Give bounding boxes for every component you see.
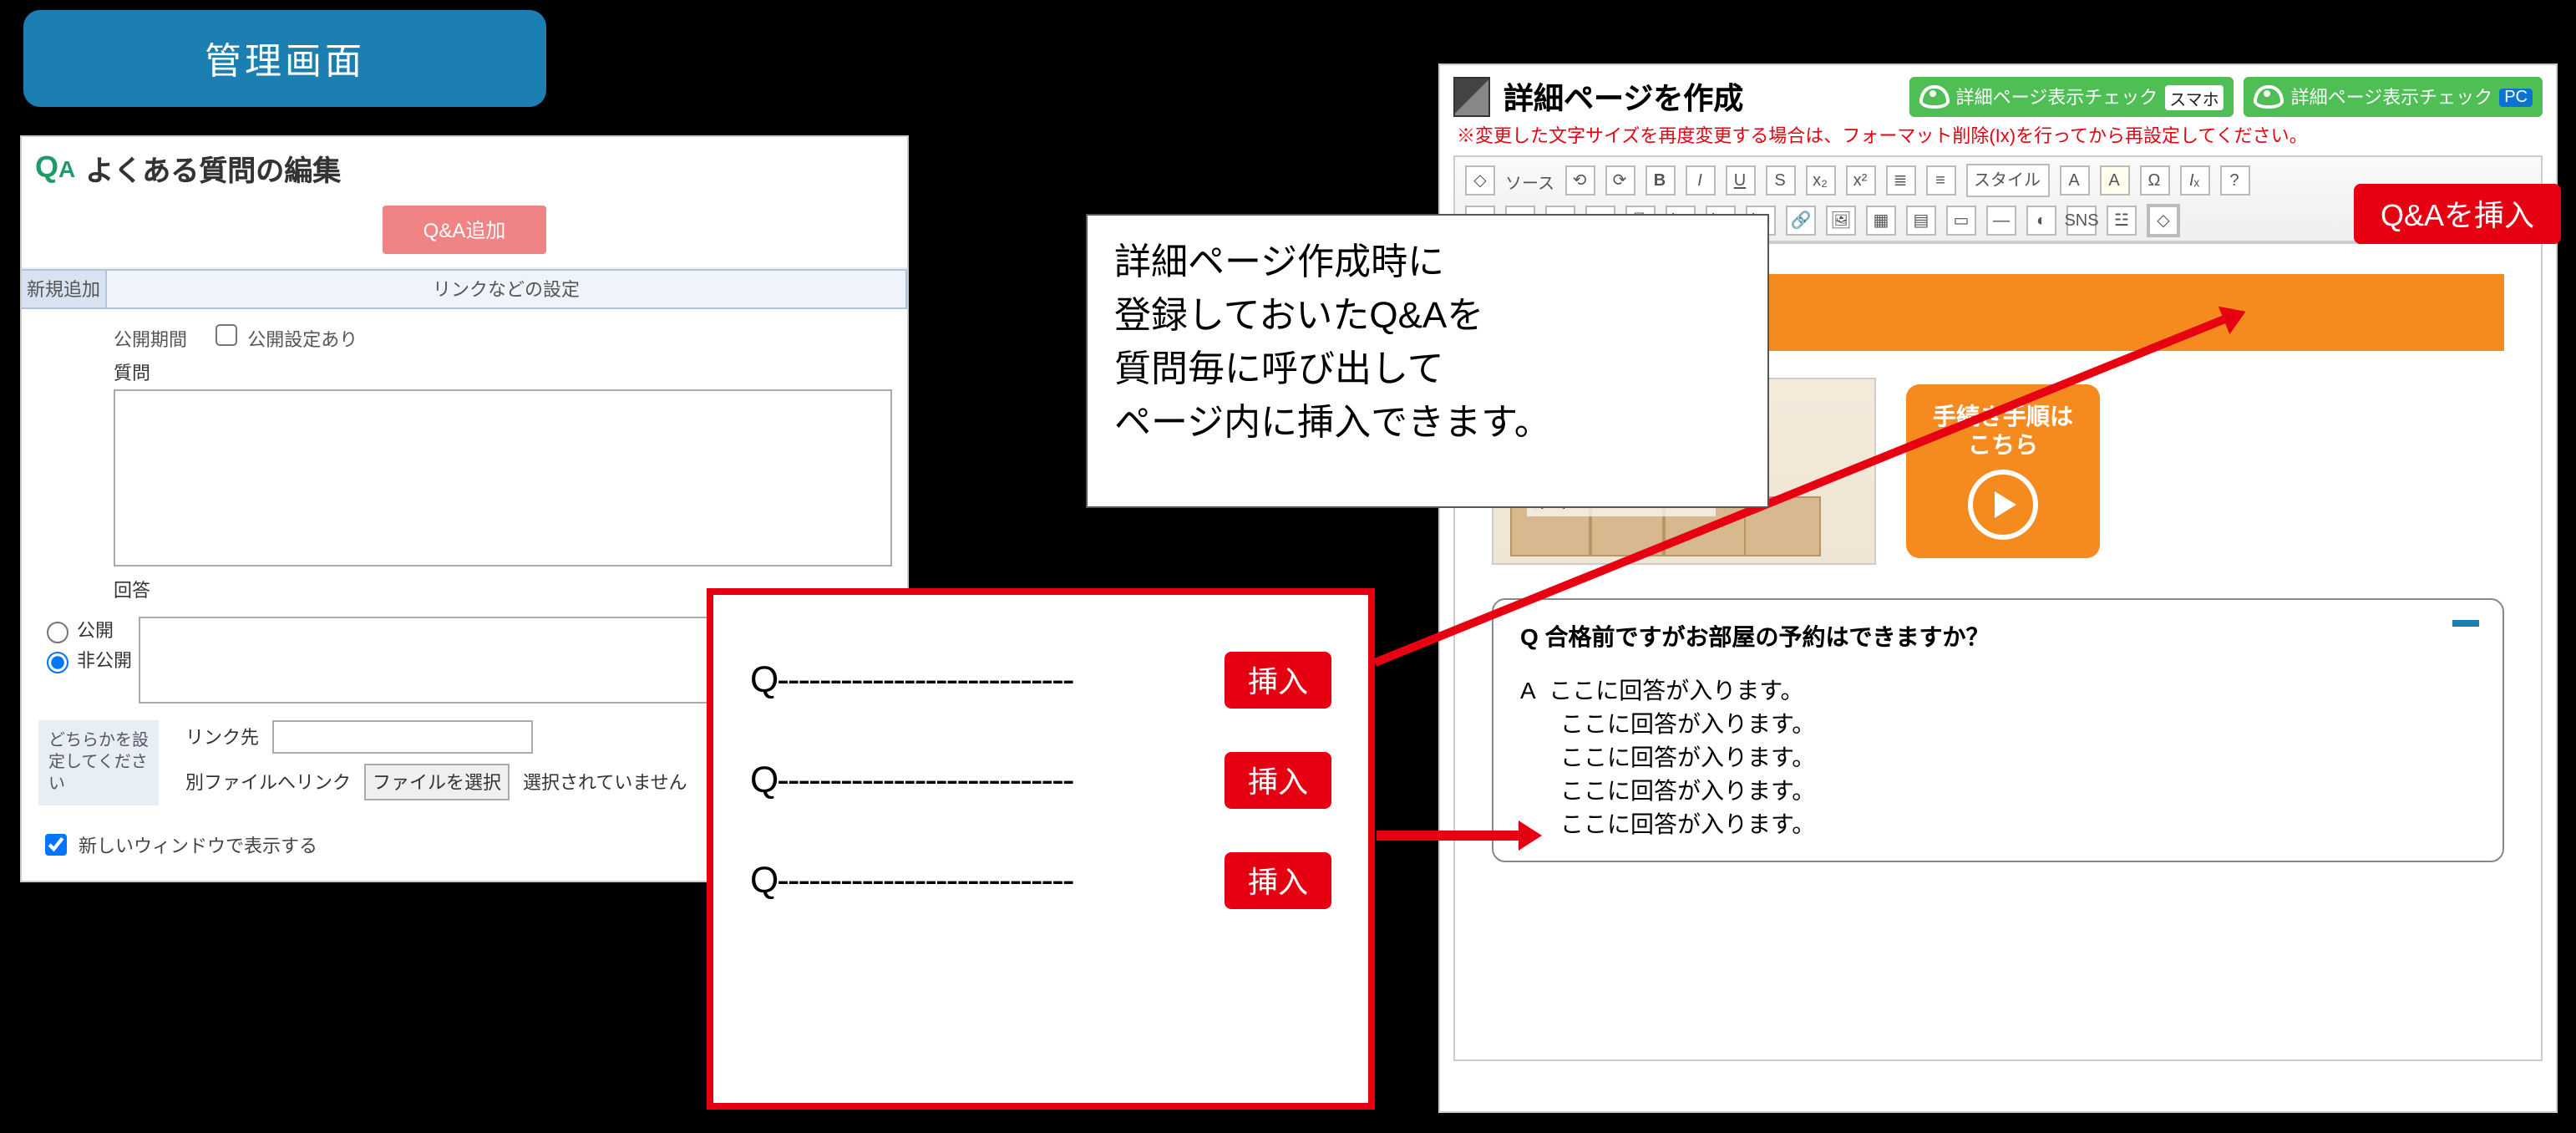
toolbar-btn[interactable]: ⟳: [1605, 165, 1635, 196]
toolbar-sns-icon[interactable]: SNS: [2066, 206, 2097, 236]
toolbar-strike-icon[interactable]: S: [1765, 165, 1795, 196]
preview-pc-button[interactable]: 詳細ページ表示チェック PC: [2244, 77, 2543, 117]
toolbar-sup-icon[interactable]: x²: [1845, 165, 1875, 196]
toolbar-bgcolor-icon[interactable]: A: [2099, 165, 2129, 196]
q-row: Q---------------------------- 挿入: [750, 752, 1331, 809]
toolbar-image-icon[interactable]: ▤: [1906, 206, 1936, 236]
question-label: 質問: [114, 364, 150, 384]
toolbar-underline-icon[interactable]: U: [1725, 165, 1755, 196]
toolbar-omega-icon[interactable]: Ω: [2139, 165, 2169, 196]
toolbar-clear-icon[interactable]: Iₓ: [2179, 165, 2209, 196]
page-icon: [1453, 77, 1490, 117]
tab-new[interactable]: 新規追加: [22, 271, 107, 307]
toolbar-source-icon[interactable]: ◇: [1465, 165, 1495, 196]
publish-radios: 公開 非公開: [38, 617, 132, 673]
toolbar-sub-icon[interactable]: x₂: [1805, 165, 1835, 196]
qa-question: Q 合格前ですがお部屋の予約はできますか？: [1520, 620, 2476, 653]
faq-title-text: よくある質問の編集: [85, 147, 341, 189]
toolbar-fontcolor-icon[interactable]: A: [2059, 165, 2089, 196]
qa-icon: QA: [35, 150, 75, 185]
play-icon: [1968, 470, 2038, 540]
detail-page-title: 詳細ページを作成: [1504, 75, 1743, 119]
link-label: リンク先: [185, 724, 259, 750]
insert-button[interactable]: 挿入: [1225, 652, 1331, 709]
arrow-to-qa-block: [1377, 831, 1522, 841]
q-row: Q---------------------------- 挿入: [750, 652, 1331, 709]
faq-title: QA よくある質問の編集: [22, 137, 907, 196]
toolbar-italic-icon[interactable]: I: [1685, 165, 1715, 196]
radio-public[interactable]: 公開: [38, 617, 132, 643]
choose-file-button[interactable]: ファイルを選択: [364, 764, 510, 800]
radio-private[interactable]: 非公開: [38, 647, 132, 673]
toolbar-list-icon[interactable]: ≡: [1925, 165, 1955, 196]
toolbar-image-icon[interactable]: 🖼: [1826, 206, 1856, 236]
toolbar-half-icon[interactable]: ◐: [2026, 206, 2056, 236]
q-line: Q----------------------------: [750, 759, 1073, 802]
admin-badge: 管理画面: [23, 10, 546, 107]
q-line: Q----------------------------: [750, 658, 1073, 702]
eye-icon: [1919, 85, 1950, 109]
eye-icon: [2254, 85, 2284, 109]
file-none-text: 選択されていません: [523, 769, 687, 795]
q-row: Q---------------------------- 挿入: [750, 852, 1331, 909]
qa-add-button[interactable]: Q&A追加: [383, 206, 546, 254]
question-textarea[interactable]: [114, 389, 892, 566]
tab-row: 新規追加 リンクなどの設定: [22, 269, 907, 309]
toolbar-list-icon[interactable]: ≣: [1885, 165, 1915, 196]
insert-button[interactable]: 挿入: [1225, 752, 1331, 809]
toolbar-help-icon[interactable]: ?: [2219, 165, 2249, 196]
toolbar-link-icon[interactable]: 🔗: [1786, 206, 1816, 236]
q-insert-list: Q---------------------------- 挿入 Q------…: [707, 588, 1375, 1110]
period-label: 公開期間: [114, 326, 187, 353]
tab-link-settings[interactable]: リンクなどの設定: [107, 271, 907, 307]
explanation-callout: 詳細ページ作成時に登録しておいたQ&Aを質問毎に呼び出してページ内に挿入できます…: [1086, 214, 1769, 508]
toolbar-qa-insert-icon[interactable]: ◇: [2147, 204, 2180, 237]
answer-label: 回答: [114, 582, 150, 602]
toolbar-style-select[interactable]: スタイル: [1965, 164, 2049, 197]
warning-text: ※変更した文字サイズを再度変更する場合は、フォーマット削除(Ix)を行ってから再…: [1440, 122, 2556, 155]
qa-inserted-block: Q 合格前ですがお部屋の予約はできますか？ A ここに回答が入ります。 ここに回…: [1492, 598, 2504, 862]
period-checkbox[interactable]: [216, 324, 237, 346]
toolbar-misc-icon[interactable]: ▭: [1946, 206, 1976, 236]
qa-answer: A ここに回答が入ります。 ここに回答が入ります。 ここに回答が入ります。 ここ…: [1520, 673, 2476, 841]
toolbar-btn[interactable]: ⟲: [1564, 165, 1595, 196]
collapse-icon[interactable]: [2452, 620, 2479, 627]
file-link-label: 別ファイルへリンク: [185, 769, 351, 795]
insert-qa-bubble: Q&Aを挿入: [2354, 184, 2561, 244]
link-input[interactable]: [272, 720, 533, 754]
toolbar-misc-icon[interactable]: ☳: [2107, 206, 2137, 236]
insert-button[interactable]: 挿入: [1225, 852, 1331, 909]
toolbar-bold-icon[interactable]: B: [1645, 165, 1675, 196]
preview-smartphone-button[interactable]: 詳細ページ表示チェック スマホ: [1909, 77, 2234, 117]
toolbar-table-icon[interactable]: ▦: [1866, 206, 1896, 236]
either-note: どちらかを設定してください: [38, 720, 159, 805]
toolbar-hr-icon[interactable]: —: [1986, 206, 2016, 236]
period-checkbox-label[interactable]: 公開設定あり: [209, 319, 357, 353]
q-line: Q----------------------------: [750, 859, 1073, 902]
